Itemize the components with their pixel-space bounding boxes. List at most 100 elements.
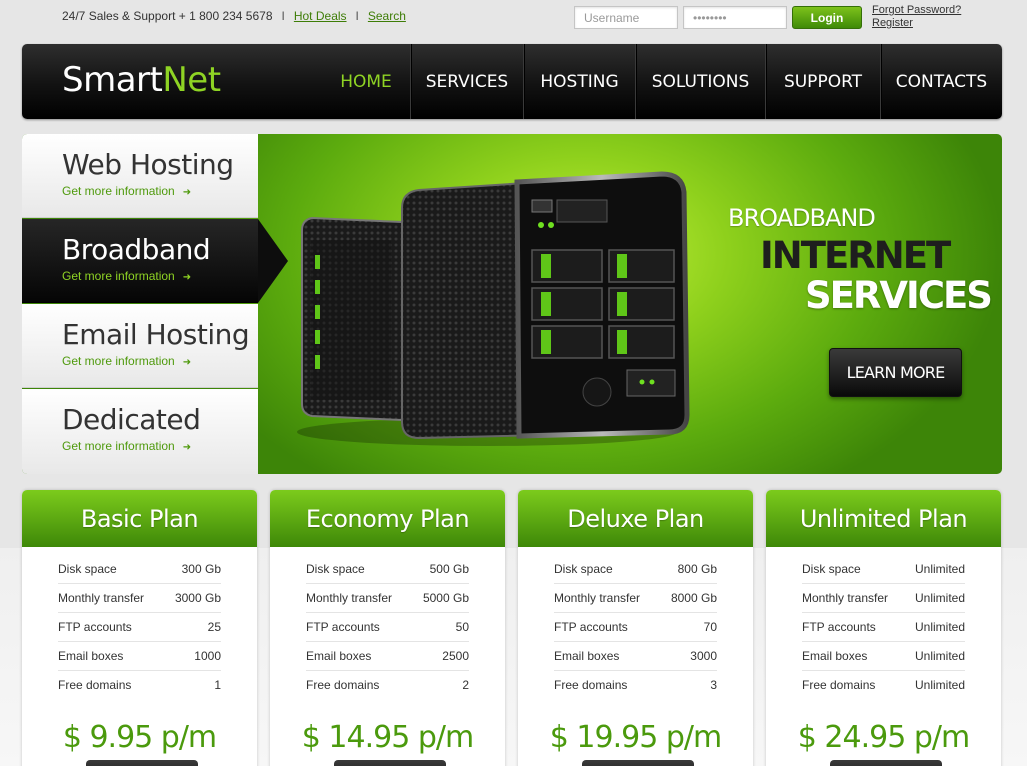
plan-card-basic: Basic Plan Disk space 300 Gb Monthly tran…: [22, 490, 257, 766]
feature-label: Disk space: [58, 562, 117, 576]
plan-card-unlimited: Unlimited Plan Disk space Unlimited Month…: [766, 490, 1001, 766]
hero-heading-services: SERVICES: [805, 274, 993, 317]
feature-label: FTP accounts: [554, 620, 628, 634]
feature-value: Unlimited: [914, 620, 965, 634]
feature-row: Free domains 3: [554, 671, 717, 700]
feature-label: Email boxes: [802, 649, 868, 663]
plan-card-economy: Economy Plan Disk space 500 Gb Monthly tr…: [270, 490, 505, 766]
feature-label: Disk space: [802, 562, 861, 576]
feature-value: 2: [462, 678, 469, 692]
feature-value: 3: [710, 678, 717, 692]
tab-broadband[interactable]: Broadband Get more information ➜: [22, 219, 258, 303]
top-bar: 24/7 Sales & Support + 1 800 234 5678 I Ho…: [0, 0, 1027, 40]
register-link[interactable]: Register: [872, 17, 961, 30]
tab-link[interactable]: Get more information ➜: [62, 439, 191, 453]
plan-features: Disk space Unlimited Monthly transfer Unli…: [802, 555, 965, 700]
feature-value: 800 Gb: [677, 562, 717, 576]
feature-label: FTP accounts: [58, 620, 132, 634]
tab-link-text: Get more information: [62, 354, 175, 368]
plan-order-button[interactable]: [582, 760, 694, 766]
account-links: Forgot Password? Register: [872, 4, 961, 30]
feature-row: Free domains Unlimited: [802, 671, 965, 700]
feature-value: 2500: [442, 649, 469, 663]
plan-order-button[interactable]: [86, 760, 198, 766]
feature-value: 3000 Gb: [174, 591, 221, 605]
logo-text-net: Net: [162, 60, 221, 100]
tab-link[interactable]: Get more information ➜: [62, 184, 191, 198]
username-input[interactable]: [574, 6, 678, 29]
feature-value: Unlimited: [914, 649, 965, 663]
feature-row: Free domains 2: [306, 671, 469, 700]
login-button[interactable]: Login: [792, 6, 862, 29]
feature-row: Free domains 1: [58, 671, 221, 700]
feature-value: 50: [455, 620, 469, 634]
plan-title: Deluxe Plan: [518, 490, 753, 547]
feature-label: Monthly transfer: [554, 591, 641, 605]
feature-value: 300 Gb: [181, 562, 221, 576]
plan-price: $ 9.95 p/m: [62, 720, 217, 755]
arrow-right-icon: ➜: [182, 442, 192, 453]
nav-home[interactable]: HOME: [322, 44, 410, 119]
search-link[interactable]: Search: [368, 9, 406, 23]
feature-label: Free domains: [58, 678, 132, 692]
feature-row: Monthly transfer 3000 Gb: [58, 584, 221, 613]
tab-title: Email Hosting: [62, 318, 250, 351]
smartnet-logo[interactable]: SmartNet: [62, 60, 221, 100]
nav-support[interactable]: SUPPORT: [765, 44, 880, 119]
tab-title: Dedicated: [62, 403, 201, 436]
password-input[interactable]: [683, 6, 787, 29]
tab-dedicated[interactable]: Dedicated Get more information ➜: [22, 389, 258, 474]
feature-row: Monthly transfer 5000 Gb: [306, 584, 469, 613]
nav-hosting[interactable]: HOSTING: [523, 44, 635, 119]
feature-value: Unlimited: [914, 562, 965, 576]
plan-order-button[interactable]: [830, 760, 942, 766]
feature-label: Free domains: [802, 678, 876, 692]
plan-features: Disk space 300 Gb Monthly transfer 3000 Gb…: [58, 555, 221, 700]
learn-more-button[interactable]: LEARN MORE: [829, 348, 962, 397]
server-illustration: [297, 171, 690, 446]
feature-label: Disk space: [554, 562, 613, 576]
plan-order-button[interactable]: [334, 760, 446, 766]
feature-row: FTP accounts 70: [554, 613, 717, 642]
tab-email-hosting[interactable]: Email Hosting Get more information ➜: [22, 304, 258, 388]
separator: I: [355, 9, 359, 23]
feature-value: 70: [703, 620, 717, 634]
arrow-right-icon: ➜: [182, 272, 192, 283]
feature-value: 5000 Gb: [422, 591, 469, 605]
feature-label: Email boxes: [58, 649, 124, 663]
feature-label: Email boxes: [554, 649, 620, 663]
hero-heading-internet: INTERNET: [760, 234, 951, 277]
feature-row: Email boxes 1000: [58, 642, 221, 671]
tab-link-text: Get more information: [62, 269, 175, 283]
feature-label: Free domains: [554, 678, 628, 692]
support-line: 24/7 Sales & Support + 1 800 234 5678 I Ho…: [62, 9, 406, 23]
plan-card-deluxe: Deluxe Plan Disk space 800 Gb Monthly tra…: [518, 490, 753, 766]
hot-deals-link[interactable]: Hot Deals: [294, 9, 347, 23]
feature-row: Email boxes Unlimited: [802, 642, 965, 671]
feature-value: Unlimited: [914, 678, 965, 692]
feature-value: 8000 Gb: [670, 591, 717, 605]
plan-title: Unlimited Plan: [766, 490, 1001, 547]
hero-slider: Web Hosting Get more information ➜ Broadb…: [22, 134, 1002, 474]
nav-solutions[interactable]: SOLUTIONS: [635, 44, 765, 119]
feature-label: FTP accounts: [802, 620, 876, 634]
plan-features: Disk space 500 Gb Monthly transfer 5000 Gb…: [306, 555, 469, 700]
feature-label: Monthly transfer: [306, 591, 393, 605]
tab-title: Web Hosting: [62, 148, 234, 181]
logo-text-smart: Smart: [62, 60, 163, 100]
nav-services[interactable]: SERVICES: [410, 44, 523, 119]
main-nav: HOME SERVICES HOSTING SOLUTIONS SUPPORT …: [322, 44, 1002, 119]
tab-link[interactable]: Get more information ➜: [62, 354, 191, 368]
main-header: SmartNet HOME SERVICES HOSTING SOLUTIONS…: [22, 44, 1002, 119]
tab-link-text: Get more information: [62, 184, 175, 198]
forgot-password-link[interactable]: Forgot Password?: [872, 4, 961, 17]
feature-row: Email boxes 2500: [306, 642, 469, 671]
feature-row: Disk space 800 Gb: [554, 555, 717, 584]
feature-row: Monthly transfer Unlimited: [802, 584, 965, 613]
feature-row: Email boxes 3000: [554, 642, 717, 671]
feature-value: 1000: [194, 649, 221, 663]
nav-contacts[interactable]: CONTACTS: [880, 44, 1002, 119]
plan-price: $ 19.95 p/m: [549, 720, 722, 755]
tab-web-hosting[interactable]: Web Hosting Get more information ➜: [22, 134, 258, 218]
tab-link[interactable]: Get more information ➜: [62, 269, 191, 283]
